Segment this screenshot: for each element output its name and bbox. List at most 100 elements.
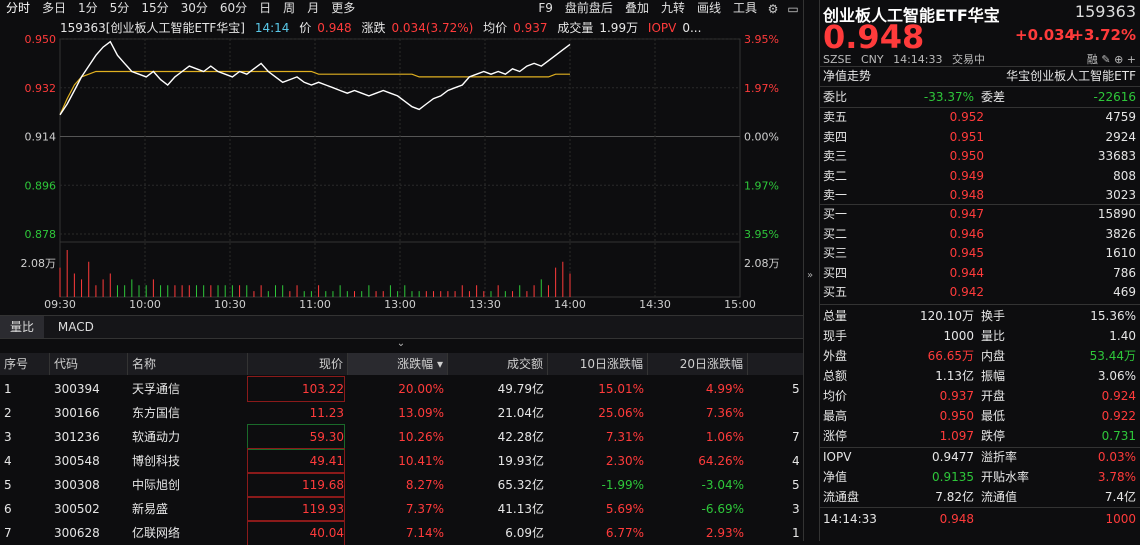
ask-level[interactable]: 卖一 0.948 3023 [819,185,1140,205]
period-3[interactable]: 5分 [104,0,136,17]
table-row[interactable]: 6 300502 新易盛 119.93 7.37% 41.13亿 5.69% -6.69% 3 [0,496,803,522]
cell-d10: 6.77% [605,526,644,540]
y-right-tick-label: 3.95% [744,33,779,46]
table-row[interactable]: 4 300548 博创科技 49.41 10.41% 19.93亿 2.30% 64.26% 4 [0,448,803,474]
col-20d-change[interactable]: 20日涨跌幅 [648,353,748,375]
stat-label: 流通值 [981,490,1018,504]
y-tick-label: 0.950 [25,33,57,46]
cell-d20: -6.69% [701,502,744,516]
stat-value: 7.82亿 [935,490,974,504]
y-tick-label: 0.932 [25,82,57,95]
trading-status: 交易中 [952,53,985,66]
col-10d-change[interactable]: 10日涨跌幅 [548,353,648,375]
level-label: 卖五 [823,110,848,124]
col-change-pct[interactable]: 涨跌幅 ▾ [348,353,448,375]
cell-amt: 21.04亿 [497,406,544,420]
tool-5[interactable]: 工具 [727,0,763,17]
tool-1[interactable]: 盘前盘后 [559,0,619,17]
period-7[interactable]: 日 [253,0,277,17]
settings-gear-icon[interactable]: ⚙ [766,2,780,16]
cell-d20: 2.93% [705,526,744,540]
table-row[interactable]: 5 300308 中际旭创 119.68 8.27% 65.32亿 -1.99% -3.04%… [0,472,803,498]
period-1[interactable]: 多日 [36,0,72,17]
cell-code: 300308 [54,478,100,492]
stat-value: 3.78% [1097,470,1136,484]
expand-chevron-icon[interactable]: ⌄ [395,338,407,350]
x-tick-label: 13:30 [469,298,501,311]
level-label: 买一 [823,207,848,221]
ask-level[interactable]: 卖二 0.949 808 [819,166,1140,186]
bid-level[interactable]: 买一 0.947 15890 [819,204,1140,224]
x-tick-label: 09:30 [44,298,76,311]
panel-splitter[interactable]: » [803,0,820,541]
tick-price: 0.948 [939,512,974,526]
cell-code: 300394 [54,382,100,396]
cell-d20: -3.04% [701,478,744,492]
period-10[interactable]: 更多 [325,0,361,17]
period-5[interactable]: 30分 [175,0,214,17]
quote-time: 14:14:33 [893,53,943,66]
table-row[interactable]: 2 300166 东方国信 11.23 13.09% 21.04亿 25.06% 7.36% [0,401,803,425]
level-volume: 3023 [1105,188,1136,202]
col-name[interactable]: 名称 [128,353,248,375]
period-9[interactable]: 月 [301,0,325,17]
tab-macd[interactable]: MACD [48,316,104,338]
period-0[interactable]: 分时 [0,0,36,17]
ask-level[interactable]: 卖四 0.951 2924 [819,127,1140,147]
level-volume: 3826 [1105,226,1136,241]
col-index[interactable]: 序号 [0,353,50,375]
cell-d20: 1.06% [705,430,744,444]
level-label: 买三 [823,246,848,260]
cell-code: 300166 [54,406,100,420]
stat-label: 量比 [981,329,1006,343]
ask-level[interactable]: 卖三 0.950 33683 [819,146,1140,166]
tool-2[interactable]: 叠加 [619,0,655,17]
stat-label: 最高 [823,409,848,423]
bid-level[interactable]: 买四 0.944 786 [819,263,1140,283]
splitter-arrow-icon[interactable]: » [807,270,813,281]
table-row[interactable]: 1 300394 天孚通信 103.22 20.00% 49.79亿 15.01% 4.99%… [0,376,803,402]
cell-extra: 1 [792,526,800,540]
level-price: 0.950 [949,149,984,163]
stat-value: 1.097 [939,429,974,443]
table-row[interactable]: 3 301236 软通动力 59.30 10.26% 42.28亿 7.31% 1.06% 7 [0,424,803,450]
collapse-panel-icon[interactable]: ▭ [786,2,800,16]
stat-row: 现手 1000 量比 1.40 [819,326,1140,346]
stat-label: 跌停 [981,429,1006,443]
y-right-tick-label: 3.95% [744,228,779,241]
tool-0[interactable]: F9 [532,0,559,17]
cell-price: 11.23 [309,406,344,420]
intraday-chart[interactable]: 0.950 3.95% 0.932 1.97% 0.914 0.00% 0.896 1.97%… [0,17,803,313]
cell-extra: 5 [792,478,800,492]
quote-action-icons[interactable]: 融 ✎ ⊕ + [1087,51,1136,67]
fund-code: 159363 [1074,2,1136,21]
ask-level[interactable]: 卖五 0.952 4759 [819,107,1140,127]
period-4[interactable]: 15分 [135,0,174,17]
period-6[interactable]: 60分 [214,0,253,17]
col-code[interactable]: 代码 [50,353,128,375]
nav-trend-link[interactable]: 净值走势 [823,66,871,86]
stat-value: 0.937 [939,389,974,403]
tool-4[interactable]: 画线 [691,0,727,17]
bid-level[interactable]: 买五 0.942 469 [819,282,1140,302]
tool-3[interactable]: 九转 [655,0,691,17]
stat-label: 总额 [823,369,848,383]
stat-label: 最低 [981,409,1006,423]
tab-volume-ratio[interactable]: 量比 [0,316,45,338]
cell-d10: 5.69% [605,502,644,516]
level-volume: 33683 [1097,149,1136,163]
stat-label: 总量 [823,309,848,323]
stat-value: 120.10万 [920,309,974,323]
period-8[interactable]: 周 [277,0,301,17]
cell-chg: 10.41% [398,454,444,468]
x-tick-label: 10:00 [129,298,161,311]
table-row[interactable]: 7 300628 亿联网络 40.04 7.14% 6.09亿 6.77% 2.93% 1 [0,520,803,545]
bid-level[interactable]: 买三 0.945 1610 [819,243,1140,263]
bid-level[interactable]: 买二 0.946 3826 [819,224,1140,244]
nav-row[interactable]: 净值走势 华宝创业板人工智能ETF [819,66,1140,86]
cell-d10: 2.30% [605,454,644,468]
col-price[interactable]: 现价 [248,353,348,375]
period-2[interactable]: 1分 [72,0,104,17]
cell-idx: 1 [4,382,12,396]
col-amount[interactable]: 成交额 [448,353,548,375]
